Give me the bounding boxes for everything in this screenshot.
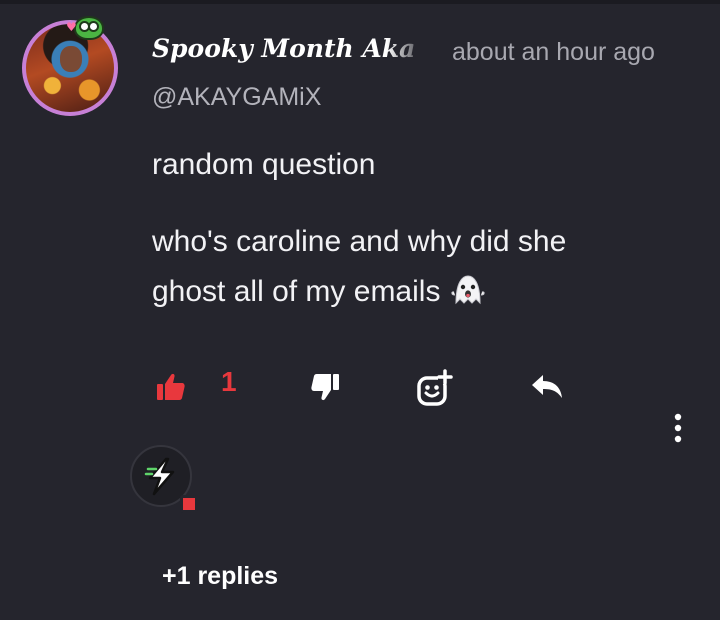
- badge-status-dot: [180, 495, 198, 513]
- author-display-name[interactable]: Spooky Month Aka: [152, 34, 428, 74]
- dislike-button[interactable]: [308, 370, 344, 404]
- reply-icon: [532, 375, 562, 398]
- add-reaction-icon: [417, 369, 453, 406]
- comment-text: ghost all of my emails: [152, 275, 441, 308]
- avatar-image: [22, 20, 118, 116]
- thumbs-up-icon: [157, 373, 185, 400]
- like-button[interactable]: [152, 370, 188, 404]
- comment-text-line-with-emoji: ghost all of my emails: [152, 267, 488, 317]
- ghost-icon: [448, 273, 488, 307]
- comment-text-line: who's caroline and why did she: [152, 225, 567, 258]
- author-handle[interactable]: @AKAYGAMiX: [152, 83, 321, 112]
- more-options-button[interactable]: [668, 410, 688, 446]
- author-avatar[interactable]: ♥: [22, 16, 126, 124]
- more-vertical-icon: [674, 413, 682, 443]
- frog-badge-icon: [74, 16, 104, 40]
- like-count: 1: [221, 366, 237, 397]
- add-reaction-button[interactable]: [414, 368, 456, 408]
- thumbs-down-icon: [311, 374, 339, 401]
- heart-icon: ♥: [66, 20, 77, 34]
- view-replies-link[interactable]: +1 replies: [162, 562, 278, 591]
- comment-text-line: random question: [152, 148, 376, 181]
- avatar-face: [60, 46, 82, 72]
- comment-timestamp: about an hour ago: [452, 38, 655, 66]
- top-divider: [0, 0, 720, 4]
- reply-button[interactable]: [528, 370, 568, 404]
- user-badge[interactable]: [130, 445, 198, 513]
